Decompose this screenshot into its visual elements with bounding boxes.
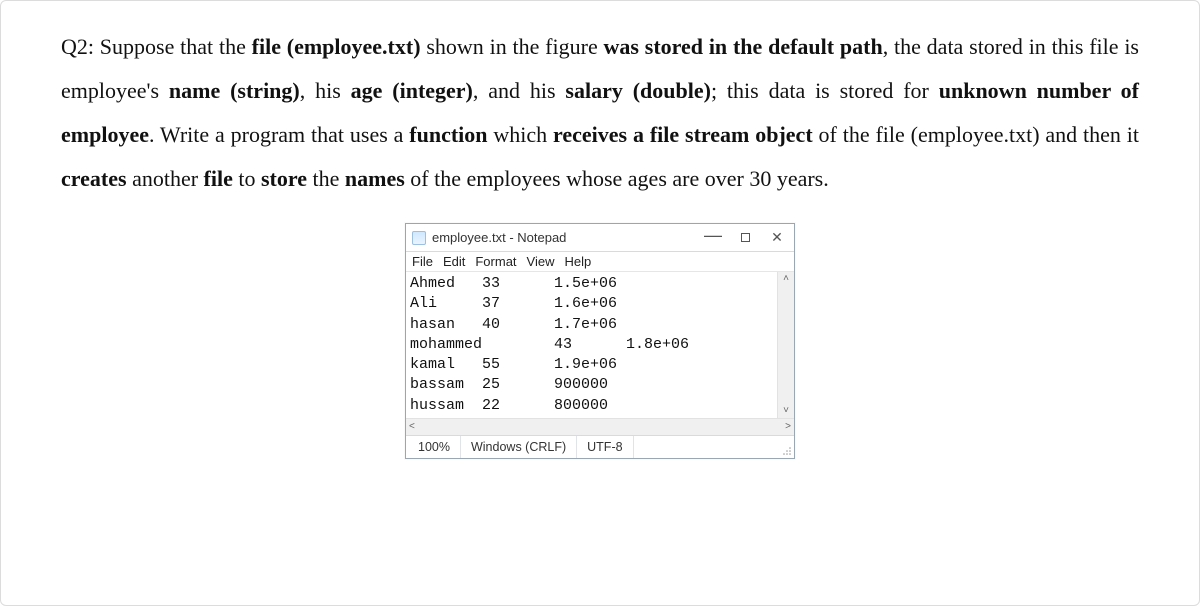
- menu-view[interactable]: View: [527, 254, 555, 269]
- close-button[interactable]: ✕: [770, 231, 784, 245]
- q-t7: [623, 78, 633, 103]
- file-line-4: mohammed 43 1.8e+06: [410, 336, 689, 353]
- q-b12: creates: [61, 166, 132, 191]
- q-t15: of the employees whose ages are over 30 …: [405, 166, 829, 191]
- menu-help[interactable]: Help: [564, 254, 591, 269]
- q-b7: salary: [565, 78, 622, 103]
- q-t1: shown in the figure: [421, 34, 604, 59]
- status-encoding: UTF-8: [577, 436, 633, 458]
- file-line-5: kamal 55 1.9e+06: [410, 356, 617, 373]
- q-t10: which: [488, 122, 554, 147]
- q-b1: file (employee.txt): [252, 34, 421, 59]
- notepad-figure: employee.txt - Notepad — ✕ File Edit For…: [61, 223, 1139, 459]
- q-b6: (integer): [392, 78, 473, 103]
- q-b4: (string): [230, 78, 300, 103]
- q-t5: [382, 78, 392, 103]
- q-b5: age: [351, 78, 383, 103]
- menu-edit[interactable]: Edit: [443, 254, 465, 269]
- q-t6: , and his: [473, 78, 566, 103]
- q-b13: file: [204, 166, 233, 191]
- menubar: File Edit Format View Help: [406, 252, 794, 272]
- question-text: Q2: Suppose that the file (employee.txt)…: [61, 25, 1139, 201]
- file-line-1: Ahmed 33 1.5e+06: [410, 275, 617, 292]
- window-buttons: — ✕: [706, 231, 788, 245]
- q-t11: of the file (employee.txt) and then it: [813, 122, 1139, 147]
- text-area[interactable]: Ahmed 33 1.5e+06 Ali 37 1.6e+06 hasan 40…: [406, 272, 777, 418]
- file-line-6: bassam 25 900000: [410, 376, 608, 393]
- page: Q2: Suppose that the file (employee.txt)…: [0, 0, 1200, 606]
- content-area: Ahmed 33 1.5e+06 Ali 37 1.6e+06 hasan 40…: [406, 272, 794, 418]
- scroll-right-icon: >: [785, 421, 791, 432]
- q-b2: was stored in the default path: [604, 34, 883, 59]
- menu-file[interactable]: File: [412, 254, 433, 269]
- horizontal-scrollbar[interactable]: < >: [406, 418, 794, 435]
- minimize-button[interactable]: —: [706, 228, 720, 242]
- resize-grip-icon[interactable]: [780, 436, 794, 458]
- q-b14: store: [261, 166, 307, 191]
- scroll-left-icon: <: [409, 421, 415, 432]
- q-b11: receives a file stream object: [553, 122, 813, 147]
- titlebar[interactable]: employee.txt - Notepad — ✕: [406, 224, 794, 252]
- q-t14: the: [307, 166, 345, 191]
- q-t8: ; this data is stored for: [711, 78, 939, 103]
- q-t13: to: [233, 166, 261, 191]
- menu-format[interactable]: Format: [475, 254, 516, 269]
- maximize-button[interactable]: [738, 231, 752, 245]
- file-line-2: Ali 37 1.6e+06: [410, 295, 617, 312]
- q-t12: another: [132, 166, 203, 191]
- q-b15: names: [345, 166, 405, 191]
- notepad-window: employee.txt - Notepad — ✕ File Edit For…: [405, 223, 795, 459]
- q-b10: function: [409, 122, 487, 147]
- q-b8: (double): [633, 78, 711, 103]
- vertical-scrollbar[interactable]: ˄ ˅: [777, 272, 794, 418]
- notepad-app-icon: [412, 231, 426, 245]
- scroll-down-icon: ˅: [783, 406, 789, 416]
- q-b3: name: [169, 78, 220, 103]
- status-zoom: 100%: [406, 436, 461, 458]
- statusbar: 100% Windows (CRLF) UTF-8: [406, 435, 794, 458]
- q-t3: [220, 78, 230, 103]
- maximize-icon: [741, 233, 750, 242]
- q-t9: . Write a program that uses a: [149, 122, 409, 147]
- q-t4: , his: [300, 78, 351, 103]
- file-line-7: hussam 22 800000: [410, 397, 608, 414]
- q-prefix: Q2: Suppose that the: [61, 34, 252, 59]
- file-line-3: hasan 40 1.7e+06: [410, 316, 617, 333]
- window-title: employee.txt - Notepad: [432, 230, 566, 245]
- status-eol: Windows (CRLF): [461, 436, 577, 458]
- scroll-up-icon: ˄: [783, 274, 789, 284]
